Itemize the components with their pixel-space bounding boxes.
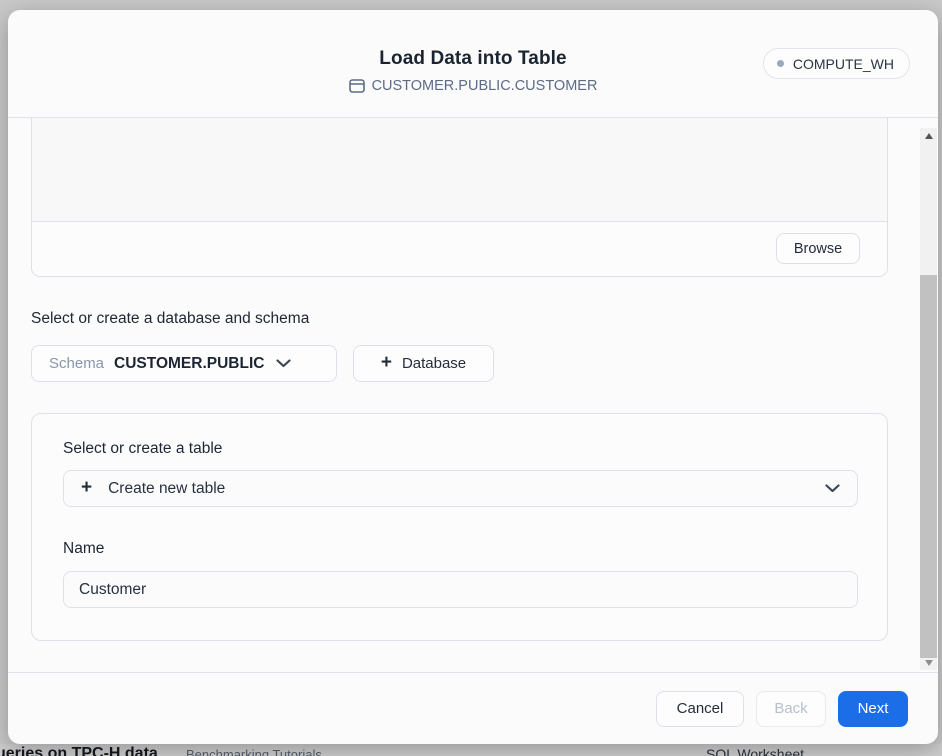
background-page-strip: ueries on TPC-H data Benchmarking Tutori…	[0, 744, 942, 756]
plus-icon: +	[81, 478, 92, 497]
add-database-label: Database	[402, 355, 466, 372]
schema-select-dropdown[interactable]: Schema CUSTOMER.PUBLIC	[31, 345, 337, 382]
modal-footer: Cancel Back Next	[8, 672, 938, 744]
background-worksheet-subtitle: Benchmarking Tutorials	[186, 747, 322, 756]
modal-subtitle: CUSTOMER.PUBLIC.CUSTOMER	[8, 78, 938, 97]
warehouse-status-dot-icon	[777, 60, 784, 67]
browse-button[interactable]: Browse	[776, 233, 860, 264]
table-icon	[349, 79, 365, 93]
background-worksheet-title: ueries on TPC-H data	[0, 745, 158, 756]
add-database-button[interactable]: + Database	[353, 345, 494, 382]
table-section-label: Select or create a table	[63, 440, 222, 458]
load-data-modal: Load Data into Table CUSTOMER.PUBLIC.CUS…	[8, 10, 938, 744]
back-button[interactable]: Back	[756, 691, 826, 727]
plus-icon: +	[381, 353, 392, 372]
modal-subtitle-text: CUSTOMER.PUBLIC.CUSTOMER	[372, 78, 598, 94]
table-name-input[interactable]	[63, 571, 858, 608]
file-upload-card: Browse	[31, 118, 888, 277]
scroll-up-button[interactable]	[920, 128, 937, 143]
background-worksheet-type: SQL Worksheet	[706, 746, 804, 756]
warehouse-selector[interactable]: COMPUTE_WH	[763, 48, 910, 79]
schema-selected-value: CUSTOMER.PUBLIC	[114, 355, 264, 373]
warehouse-name: COMPUTE_WH	[793, 56, 894, 72]
table-select-dropdown[interactable]: + Create new table	[63, 470, 858, 507]
content-scrollbar[interactable]	[920, 128, 937, 670]
chevron-down-icon	[825, 484, 840, 493]
scrollbar-thumb[interactable]	[920, 275, 937, 658]
cancel-button[interactable]: Cancel	[656, 691, 744, 727]
scroll-up-icon	[925, 133, 933, 139]
file-drop-zone[interactable]	[32, 118, 887, 222]
schema-prefix-label: Schema	[49, 355, 104, 372]
table-selected-value: Create new table	[108, 480, 225, 498]
scroll-down-icon	[925, 660, 933, 666]
modal-header: Load Data into Table CUSTOMER.PUBLIC.CUS…	[8, 10, 938, 118]
database-section-label: Select or create a database and schema	[31, 310, 309, 328]
chevron-down-icon	[276, 359, 291, 368]
modal-content: Browse Select or create a database and s…	[8, 118, 938, 672]
upload-actions-row: Browse	[32, 221, 887, 276]
next-button[interactable]: Next	[838, 691, 908, 727]
scroll-down-button[interactable]	[920, 655, 937, 670]
table-section-card: Select or create a table + Create new ta…	[31, 413, 888, 641]
table-name-label: Name	[63, 540, 104, 558]
